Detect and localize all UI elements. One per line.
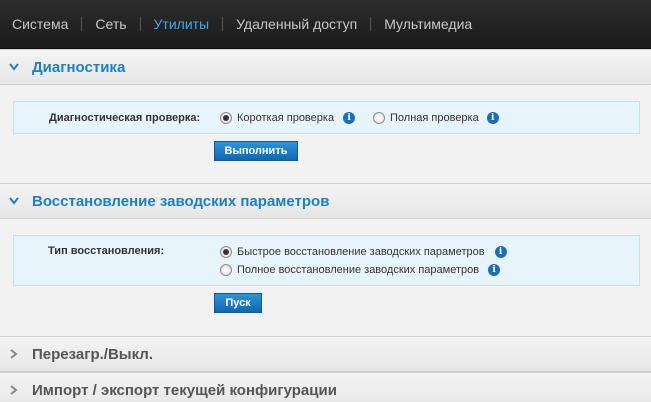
full-restore-label: Полное восстановление заводских параметр… [237, 264, 480, 276]
nav-item-utilities[interactable]: Утилиты [141, 16, 223, 32]
section-title: Восстановление заводских параметров [32, 192, 330, 210]
quick-restore-radio[interactable] [220, 246, 232, 258]
top-nav: Система Сеть Утилиты Удаленный доступ Му… [0, 0, 651, 49]
short-test-option: Короткая проверка i [220, 112, 356, 124]
factory-restore-panel: Тип восстановления: Быстрое восстановлен… [13, 235, 640, 286]
quick-restore-label: Быстрое восстановление заводских парамет… [237, 246, 485, 258]
nav-item-multimedia[interactable]: Мультимедиа [371, 16, 485, 32]
diagnostic-test-label: Диагностическая проверка: [49, 112, 201, 124]
full-restore-radio[interactable] [220, 264, 232, 276]
section-title: Диагностика [32, 58, 126, 76]
section-header-reboot[interactable]: Перезагр./Выкл. [0, 336, 651, 372]
nav-item-network[interactable]: Сеть [82, 16, 139, 32]
section-title: Перезагр./Выкл. [32, 345, 154, 363]
section-title: Импорт / экспорт текущей конфигурации [32, 381, 337, 399]
full-test-radio[interactable] [373, 112, 385, 124]
full-test-label: Полная проверка [390, 112, 479, 124]
section-header-import-export[interactable]: Импорт / экспорт текущей конфигурации [0, 372, 651, 402]
short-test-radio[interactable] [220, 112, 232, 124]
info-icon[interactable]: i [343, 112, 356, 124]
info-icon[interactable]: i [486, 112, 499, 124]
diagnostics-panel: Диагностическая проверка: Короткая прове… [13, 101, 640, 134]
nav-item-remote-access[interactable]: Удаленный доступ [223, 16, 370, 32]
chevron-right-icon [8, 348, 20, 360]
chevron-down-icon [8, 195, 20, 207]
info-icon[interactable]: i [494, 246, 507, 258]
section-header-factory-restore[interactable]: Восстановление заводских параметров [0, 183, 651, 219]
start-button[interactable]: Пуск [214, 293, 262, 313]
chevron-right-icon [8, 384, 20, 396]
full-test-option: Полная проверка i [373, 112, 499, 124]
restore-type-label: Тип восстановления: [48, 245, 165, 257]
section-header-diagnostics[interactable]: Диагностика [0, 49, 651, 85]
chevron-down-icon [8, 61, 20, 73]
run-button[interactable]: Выполнить [214, 141, 298, 161]
short-test-label: Короткая проверка [237, 112, 335, 124]
quick-restore-option: Быстрое восстановление заводских парамет… [220, 246, 507, 258]
nav-item-system[interactable]: Система [0, 16, 81, 32]
full-restore-option: Полное восстановление заводских параметр… [220, 264, 501, 276]
info-icon[interactable]: i [488, 264, 501, 276]
